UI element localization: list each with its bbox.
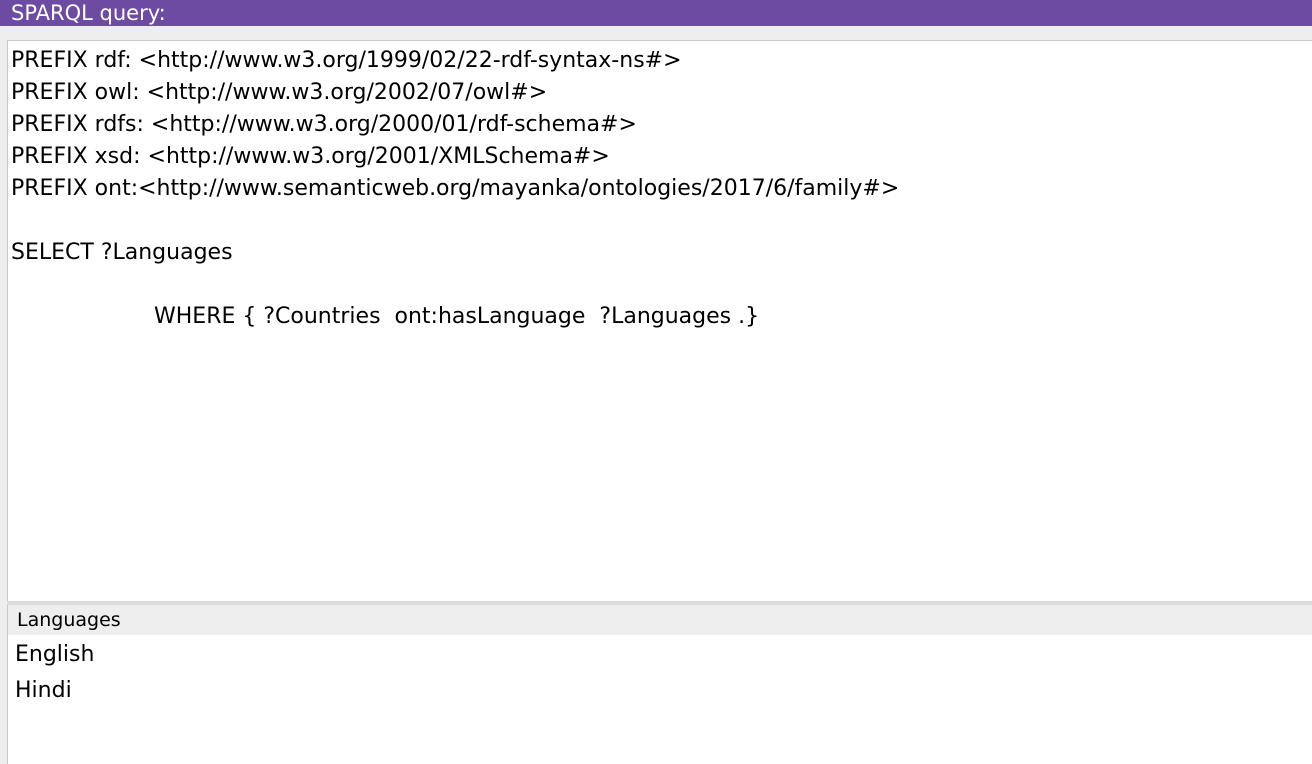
results-table: Languages English Hindi: [7, 605, 1312, 764]
table-row[interactable]: Hindi: [8, 673, 1312, 709]
sparql-query-editor[interactable]: PREFIX rdf: <http://www.w3.org/1999/02/2…: [7, 40, 1312, 601]
query-line-prefix-rdfs: PREFIX rdfs: <http://www.w3.org/2000/01/…: [11, 112, 637, 137]
sparql-query-title: SPARQL query:: [11, 1, 166, 25]
query-line-prefix-rdf: PREFIX rdf: <http://www.w3.org/1999/02/2…: [11, 48, 682, 73]
query-line-select: SELECT ?Languages: [11, 240, 233, 265]
column-header-languages[interactable]: Languages: [17, 605, 121, 635]
sparql-query-title-bar: SPARQL query:: [0, 0, 1312, 26]
query-line-prefix-xsd: PREFIX xsd: <http://www.w3.org/2001/XMLS…: [11, 144, 610, 169]
table-cell-language: English: [15, 642, 95, 667]
table-row[interactable]: English: [8, 637, 1312, 673]
query-line-prefix-owl: PREFIX owl: <http://www.w3.org/2002/07/o…: [11, 80, 548, 105]
query-line-where: WHERE { ?Countries ont:hasLanguage ?Lang…: [154, 304, 760, 329]
query-line-prefix-ont: PREFIX ont:<http://www.semanticweb.org/m…: [11, 176, 900, 201]
table-cell-language: Hindi: [15, 678, 72, 703]
results-table-header: Languages: [8, 605, 1312, 635]
panel-gap: [0, 26, 1312, 40]
